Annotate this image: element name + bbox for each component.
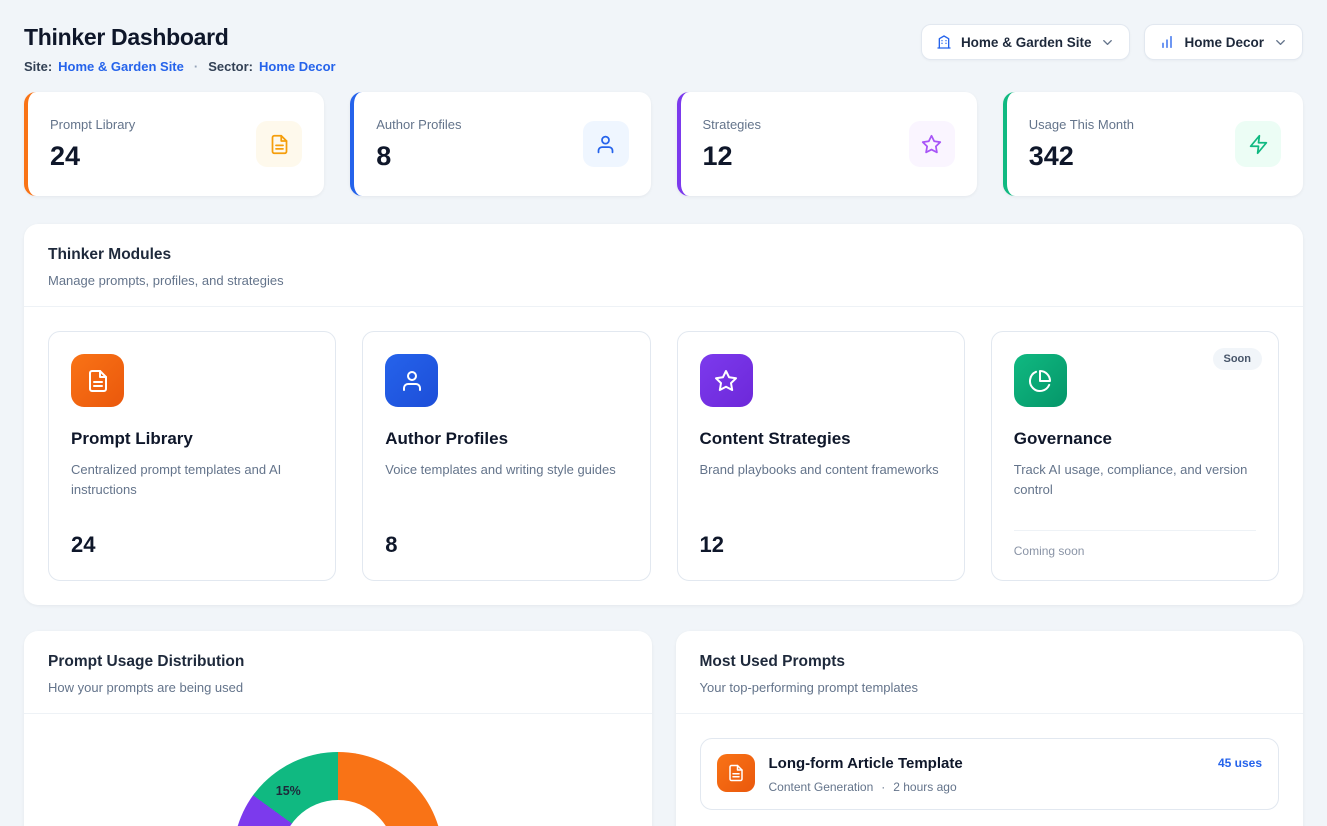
stat-value: 342 — [1029, 141, 1134, 172]
module-title: Governance — [1014, 429, 1256, 449]
module-description: Voice templates and writing style guides — [385, 460, 627, 480]
module-card-governance[interactable]: Soon Governance Track AI usage, complian… — [991, 331, 1279, 581]
user-icon — [583, 121, 629, 167]
usage-distribution-card: Prompt Usage Distribution How your promp… — [24, 631, 652, 826]
dashboard-page: Thinker Dashboard Site: Home & Garden Si… — [0, 0, 1327, 826]
module-card-content-strategies[interactable]: Content Strategies Brand playbooks and c… — [677, 331, 965, 581]
breadcrumb: Site: Home & Garden Site · Sector: Home … — [24, 59, 336, 74]
sector-label: Sector: — [208, 59, 253, 74]
most-used-subtitle: Your top-performing prompt templates — [700, 680, 1280, 695]
page-header: Thinker Dashboard Site: Home & Garden Si… — [24, 20, 1303, 74]
prompt-meta: Content Generation · 2 hours ago — [769, 780, 1204, 794]
breadcrumb-dot: · — [194, 59, 198, 74]
stat-text: Usage This Month 342 — [1029, 117, 1134, 172]
module-card-prompt-library[interactable]: Prompt Library Centralized prompt templa… — [48, 331, 336, 581]
module-description: Centralized prompt templates and AI inst… — [71, 460, 313, 499]
stat-card-strategies: Strategies 12 — [677, 92, 977, 196]
prompt-list: Long-form Article Template Content Gener… — [676, 714, 1304, 826]
stat-label: Prompt Library — [50, 117, 135, 132]
stat-label: Strategies — [703, 117, 762, 132]
usage-donut-chart: 15% — [24, 714, 652, 826]
donut-segment-label: 15% — [276, 784, 301, 798]
prompt-time: 2 hours ago — [893, 780, 956, 794]
stat-card-usage: Usage This Month 342 — [1003, 92, 1303, 196]
site-link[interactable]: Home & Garden Site — [58, 59, 184, 74]
meta-dot: · — [881, 780, 885, 794]
stat-card-prompt-library: Prompt Library 24 — [24, 92, 324, 196]
stat-card-author-profiles: Author Profiles 8 — [350, 92, 650, 196]
modules-grid: Prompt Library Centralized prompt templa… — [24, 307, 1303, 605]
stat-value: 8 — [376, 141, 461, 172]
user-icon — [385, 354, 438, 407]
modules-header: Thinker Modules Manage prompts, profiles… — [24, 224, 1303, 306]
usage-distribution-title: Prompt Usage Distribution — [48, 653, 628, 671]
chevron-down-icon — [1100, 35, 1115, 50]
coming-soon-text: Coming soon — [1014, 530, 1256, 558]
stats-row: Prompt Library 24 Author Profiles 8 Stra… — [24, 92, 1303, 196]
header-left: Thinker Dashboard Site: Home & Garden Si… — [24, 20, 336, 74]
file-text-icon — [717, 754, 755, 792]
most-used-header: Most Used Prompts Your top-performing pr… — [676, 631, 1304, 713]
most-used-title: Most Used Prompts — [700, 653, 1280, 671]
sector-link[interactable]: Home Decor — [259, 59, 336, 74]
stat-label: Usage This Month — [1029, 117, 1134, 132]
module-count: 24 — [71, 532, 313, 558]
donut-chart: 15% — [233, 752, 443, 826]
file-text-icon — [256, 121, 302, 167]
soon-badge: Soon — [1213, 348, 1263, 370]
module-description: Track AI usage, compliance, and version … — [1014, 460, 1256, 499]
prompt-uses-badge: 45 uses — [1218, 756, 1262, 770]
prompt-list-item[interactable]: Long-form Article Template Content Gener… — [700, 738, 1280, 810]
module-title: Author Profiles — [385, 429, 627, 449]
thinker-modules-panel: Thinker Modules Manage prompts, profiles… — [24, 224, 1303, 605]
modules-title: Thinker Modules — [48, 246, 1279, 264]
usage-distribution-subtitle: How your prompts are being used — [48, 680, 628, 695]
modules-subtitle: Manage prompts, profiles, and strategies — [48, 273, 1279, 288]
bar-chart-icon — [1159, 34, 1175, 50]
module-count: 8 — [385, 532, 627, 558]
most-used-prompts-card: Most Used Prompts Your top-performing pr… — [676, 631, 1304, 826]
stat-value: 12 — [703, 141, 762, 172]
prompt-category: Content Generation — [769, 780, 874, 794]
bolt-icon — [1235, 121, 1281, 167]
site-label: Site: — [24, 59, 52, 74]
building-icon — [936, 34, 952, 50]
module-card-author-profiles[interactable]: Author Profiles Voice templates and writ… — [362, 331, 650, 581]
chevron-down-icon — [1273, 35, 1288, 50]
sector-selector-label: Home Decor — [1184, 35, 1264, 50]
module-count: 12 — [700, 532, 942, 558]
stat-label: Author Profiles — [376, 117, 461, 132]
stat-text: Strategies 12 — [703, 117, 762, 172]
page-title: Thinker Dashboard — [24, 24, 336, 51]
bottom-row: Prompt Usage Distribution How your promp… — [24, 631, 1303, 826]
prompt-title: Long-form Article Template — [769, 755, 1204, 772]
file-text-icon — [71, 354, 124, 407]
stat-value: 24 — [50, 141, 135, 172]
prompt-info: Long-form Article Template Content Gener… — [769, 754, 1204, 794]
stat-text: Prompt Library 24 — [50, 117, 135, 172]
pie-chart-icon — [1014, 354, 1067, 407]
module-description: Brand playbooks and content frameworks — [700, 460, 942, 480]
sparkle-icon — [700, 354, 753, 407]
site-selector-dropdown[interactable]: Home & Garden Site — [921, 24, 1131, 60]
module-title: Prompt Library — [71, 429, 313, 449]
site-selector-label: Home & Garden Site — [961, 35, 1092, 50]
header-selectors: Home & Garden Site Home Decor — [921, 24, 1303, 60]
sparkle-icon — [909, 121, 955, 167]
usage-distribution-header: Prompt Usage Distribution How your promp… — [24, 631, 652, 713]
stat-text: Author Profiles 8 — [376, 117, 461, 172]
module-title: Content Strategies — [700, 429, 942, 449]
sector-selector-dropdown[interactable]: Home Decor — [1144, 24, 1303, 60]
